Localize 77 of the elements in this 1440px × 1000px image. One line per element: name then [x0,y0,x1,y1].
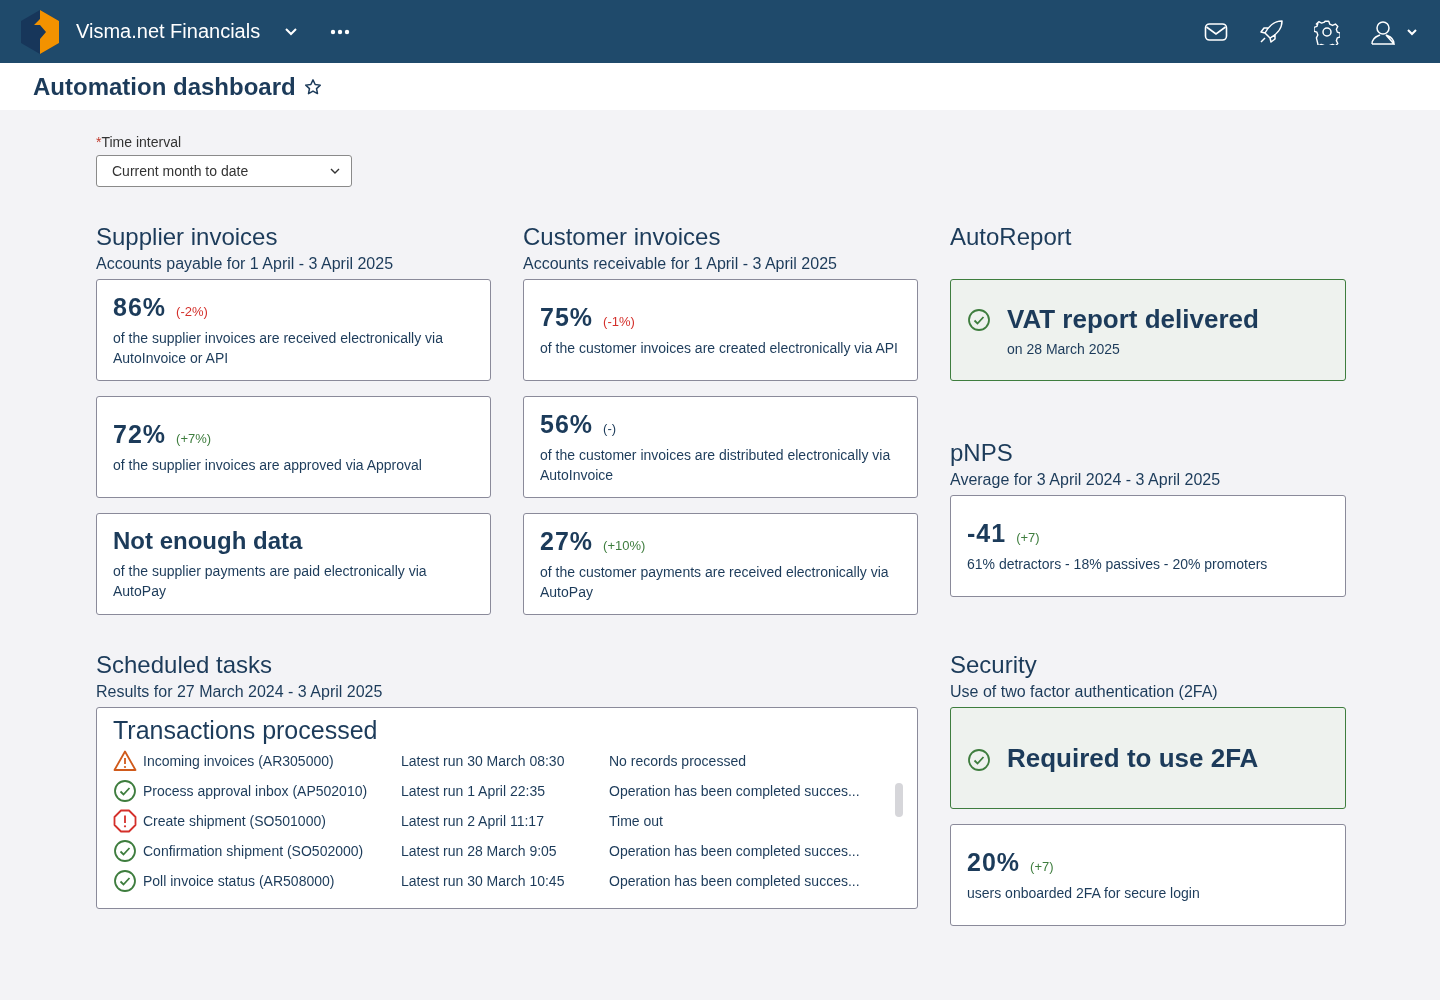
change-value: (+7) [1016,529,1040,545]
chevron-down-icon [1406,27,1418,36]
chevron-down-icon [330,167,340,175]
section-title: AutoReport [950,222,1073,252]
status-title: Required to use 2FA [1007,742,1259,774]
task-name: Poll invoice status (AR508000) [143,873,336,889]
task-result: Operation has been completed succes... [609,873,861,889]
star-icon[interactable] [303,77,322,96]
error-icon [113,809,137,833]
metric-description: of the customer invoices are distributed electronically via AutoInvoice [540,445,892,485]
metric-value: Not enough data [113,527,304,555]
task-result: Time out [609,813,664,829]
mail-icon[interactable] [1204,21,1228,42]
change-value: (+10%) [603,537,646,553]
metric-value: 75% [540,302,594,332]
status-date: on 28 March 2025 [1007,340,1121,357]
task-result: Operation has been completed succes... [609,783,861,799]
task-result: No records processed [609,753,747,769]
required-mark: * [96,134,102,150]
task-last-run: Latest run 1 April 22:35 [401,783,546,799]
metric-value: 56% [540,409,594,439]
user-icon [1370,18,1396,45]
change-value: (+7%) [176,430,212,446]
warning-icon [113,749,137,773]
section-subtitle: Average for 3 April 2024 - 3 April 2025 [950,470,1222,490]
user-menu[interactable] [1370,18,1418,45]
task-name: Create shipment (SO501000) [143,813,327,829]
change-value: (+7) [1030,858,1054,874]
more-icon[interactable] [330,28,351,35]
settings-icon[interactable] [1314,18,1340,45]
metric-description: of the supplier invoices are received electronically via AutoInvoice or API [113,328,444,368]
check-circle-icon [113,779,137,803]
change-value: (-) [603,420,617,436]
page-title: Automation dashboard [33,72,296,101]
panel-title: Transactions processed [113,716,379,745]
metric-value: 20% [967,847,1021,877]
app-name: Visma.net Financials [76,20,261,43]
metric-description: 61% detractors - 18% passives - 20% promoters [967,554,1269,574]
section-title: Supplier invoices [96,222,279,252]
task-last-run: Latest run 28 March 9:05 [401,843,558,859]
task-name: Process approval inbox (AP502010) [143,783,369,799]
status-title: VAT report delivered [1007,303,1259,335]
task-last-run: Latest run 30 March 10:45 [401,873,566,889]
logo-icon [20,8,60,55]
section-title: pNPS [950,438,1014,468]
check-circle-icon [113,869,137,893]
metric-description: of the customer payments are received electronically via AutoPay [540,562,890,602]
change-value: (-1%) [603,313,635,329]
time-interval-dropdown[interactable]: Current month to date [96,155,352,187]
check-circle-icon [967,307,991,332]
rocket-icon[interactable] [1258,18,1284,45]
metric-description: users onboarded 2FA for secure login [967,883,1201,903]
section-subtitle: Results for 27 March 2024 - 3 April 2025 [96,682,384,702]
scrollbar-thumb[interactable] [895,783,903,817]
metric-description: of the customer invoices are created electronically via API [540,338,899,358]
change-value: (-2%) [176,303,208,319]
section-title: Security [950,650,1038,680]
metric-value: 86% [113,292,167,322]
task-name: Incoming invoices (AR305000) [143,753,335,769]
section-subtitle: Use of two factor authentication (2FA) [950,682,1219,702]
metric-description: of the supplier invoices are approved via Approval [113,455,423,475]
metric-value: 27% [540,526,594,556]
metric-value: -41 [967,518,1007,548]
task-last-run: Latest run 30 March 08:30 [401,753,566,769]
metric-value: 72% [113,419,167,449]
task-result: Operation has been completed succes... [609,843,861,859]
section-subtitle: Accounts receivable for 1 April - 3 April 2025 [523,254,838,274]
task-name: Confirmation shipment (SO502000) [143,843,365,859]
field-label: Time interval [101,134,182,150]
section-title: Scheduled tasks [96,650,274,680]
check-circle-icon [967,748,991,772]
section-title: Customer invoices [523,222,722,252]
section-subtitle: Accounts payable for 1 April - 3 April 2025 [96,254,395,274]
task-last-run: Latest run 2 April 11:17 [401,813,545,829]
chevron-down-icon[interactable] [284,26,299,37]
metric-description: of the supplier payments are paid electronically via AutoPay [113,562,428,601]
check-circle-icon [113,839,137,863]
